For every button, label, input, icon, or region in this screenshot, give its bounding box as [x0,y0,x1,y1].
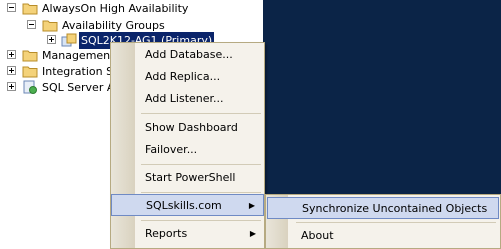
menu-separator [141,192,261,193]
expand-icon[interactable] [47,35,56,44]
tree-item-label: Management [42,49,115,62]
menu-item-label: Synchronize Uncontained Objects [302,202,488,215]
menu-item-synchronize-uncontained-objects[interactable]: Synchronize Uncontained Objects [267,197,499,219]
tree-item-label: AlwaysOn High Availability [42,2,189,15]
context-menu: Add Database... Add Replica... Add Liste… [110,42,265,249]
expand-icon[interactable] [7,66,16,75]
menu-separator [141,113,261,114]
submenu-arrow-icon: ▶ [249,229,256,238]
folder-icon [42,20,58,32]
menu-item-label: Add Replica... [145,70,221,83]
collapse-icon[interactable] [7,3,16,12]
menu-item-add-replica[interactable]: Add Replica... [111,66,264,88]
menu-item-about[interactable]: About [267,225,499,247]
submenu-arrow-icon: ▶ [248,201,255,210]
menu-item-label: Add Listener... [145,92,224,105]
tree-item-label: Integration Se [42,65,120,78]
folder-icon [22,3,38,15]
folder-icon [22,66,38,78]
menu-separator [296,222,496,223]
menu-item-label: About [301,229,334,242]
menu-item-show-dashboard[interactable]: Show Dashboard [111,117,264,139]
menu-separator [141,220,261,221]
sql-agent-icon [23,80,37,94]
menu-item-label: SQLskills.com [146,199,222,212]
menu-item-failover[interactable]: Failover... [111,139,264,161]
expand-icon[interactable] [7,82,16,91]
menu-item-start-powershell[interactable]: Start PowerShell [111,167,264,189]
menu-item-label: Add Database... [145,48,233,61]
tree-item-alwayson[interactable]: AlwaysOn High Availability [0,0,263,17]
collapse-icon[interactable] [27,20,36,29]
menu-item-label: Show Dashboard [145,121,238,134]
availability-group-icon [61,33,77,47]
menu-item-label: Start PowerShell [145,171,236,184]
menu-item-reports[interactable]: Reports ▶ [111,223,264,245]
menu-item-add-listener[interactable]: Add Listener... [111,88,264,110]
menu-item-label: Failover... [145,143,198,156]
sqlskills-submenu: Synchronize Uncontained Objects About [265,194,501,249]
menu-item-sqlskills[interactable]: SQLskills.com ▶ [111,194,264,216]
menu-separator [141,164,261,165]
expand-icon[interactable] [7,50,16,59]
menu-item-label: Reports [145,227,188,240]
menu-item-add-database[interactable]: Add Database... [111,44,264,66]
folder-icon [22,50,38,62]
